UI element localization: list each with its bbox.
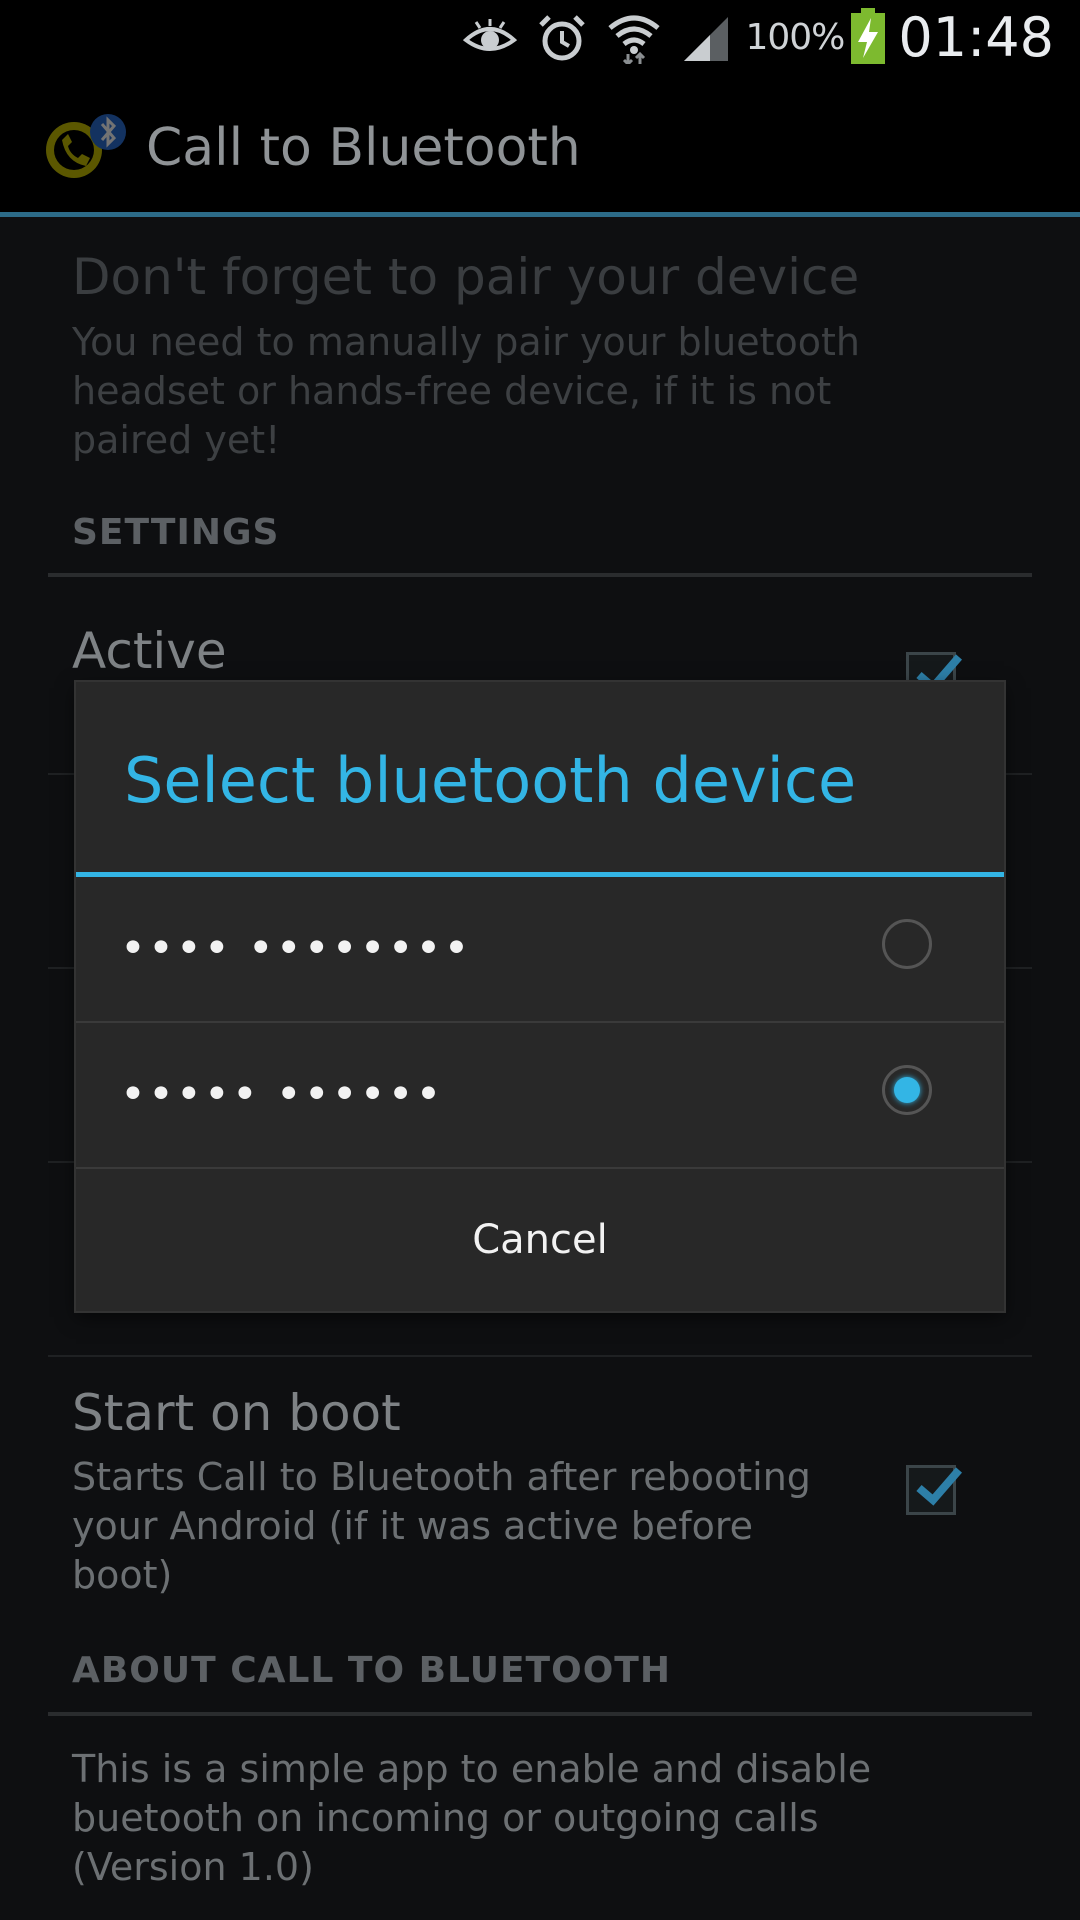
device-option-2-radio[interactable] xyxy=(882,1065,932,1115)
device-option-1[interactable]: •••• •••••••• xyxy=(76,877,1004,1021)
start-on-boot-checkbox[interactable] xyxy=(906,1465,963,1515)
clock: 01:48 xyxy=(898,6,1054,69)
divider xyxy=(48,1355,1032,1357)
select-device-dialog: Select bluetooth device •••• •••••••• ••… xyxy=(76,682,1004,1311)
settings-header-divider xyxy=(48,573,1032,577)
dialog-title: Select bluetooth device xyxy=(124,744,857,817)
pref-start-on-boot-summary: Starts Call to Bluetooth after rebooting… xyxy=(72,1455,811,1597)
pref-active-title[interactable]: Active xyxy=(72,622,227,680)
about-body: This is a simple app to enable and disab… xyxy=(72,1747,872,1889)
status-bar: 100% 01:48 xyxy=(0,0,1080,75)
alarm-icon xyxy=(531,8,593,68)
about-header-divider xyxy=(48,1712,1032,1716)
signal-icon xyxy=(675,8,737,68)
device-option-1-radio[interactable] xyxy=(882,919,932,969)
pref-start-on-boot-title[interactable]: Start on boot xyxy=(72,1384,401,1442)
device-option-2[interactable]: ••••• •••••• xyxy=(76,1023,1004,1167)
action-bar-divider xyxy=(0,212,1080,217)
pair-hint-title: Don't forget to pair your device xyxy=(72,248,860,306)
call-to-bluetooth-app-icon xyxy=(44,110,128,182)
battery-charging-icon xyxy=(850,7,886,68)
app-title: Call to Bluetooth xyxy=(146,118,581,178)
cancel-button[interactable]: Cancel xyxy=(76,1168,1004,1311)
about-header: ABOUT CALL TO BLUETOOTH xyxy=(72,1650,671,1691)
eye-icon xyxy=(459,8,521,68)
wifi-icon xyxy=(603,8,665,68)
pair-hint-body: You need to manually pair your bluetooth… xyxy=(72,320,860,462)
battery-percent: 100% xyxy=(745,17,845,58)
device-option-2-label: ••••• •••••• xyxy=(120,1069,444,1120)
settings-header: SETTINGS xyxy=(72,512,280,553)
status-icons: 100% 01:48 xyxy=(449,0,1054,75)
device-option-1-label: •••• •••••••• xyxy=(120,923,472,974)
